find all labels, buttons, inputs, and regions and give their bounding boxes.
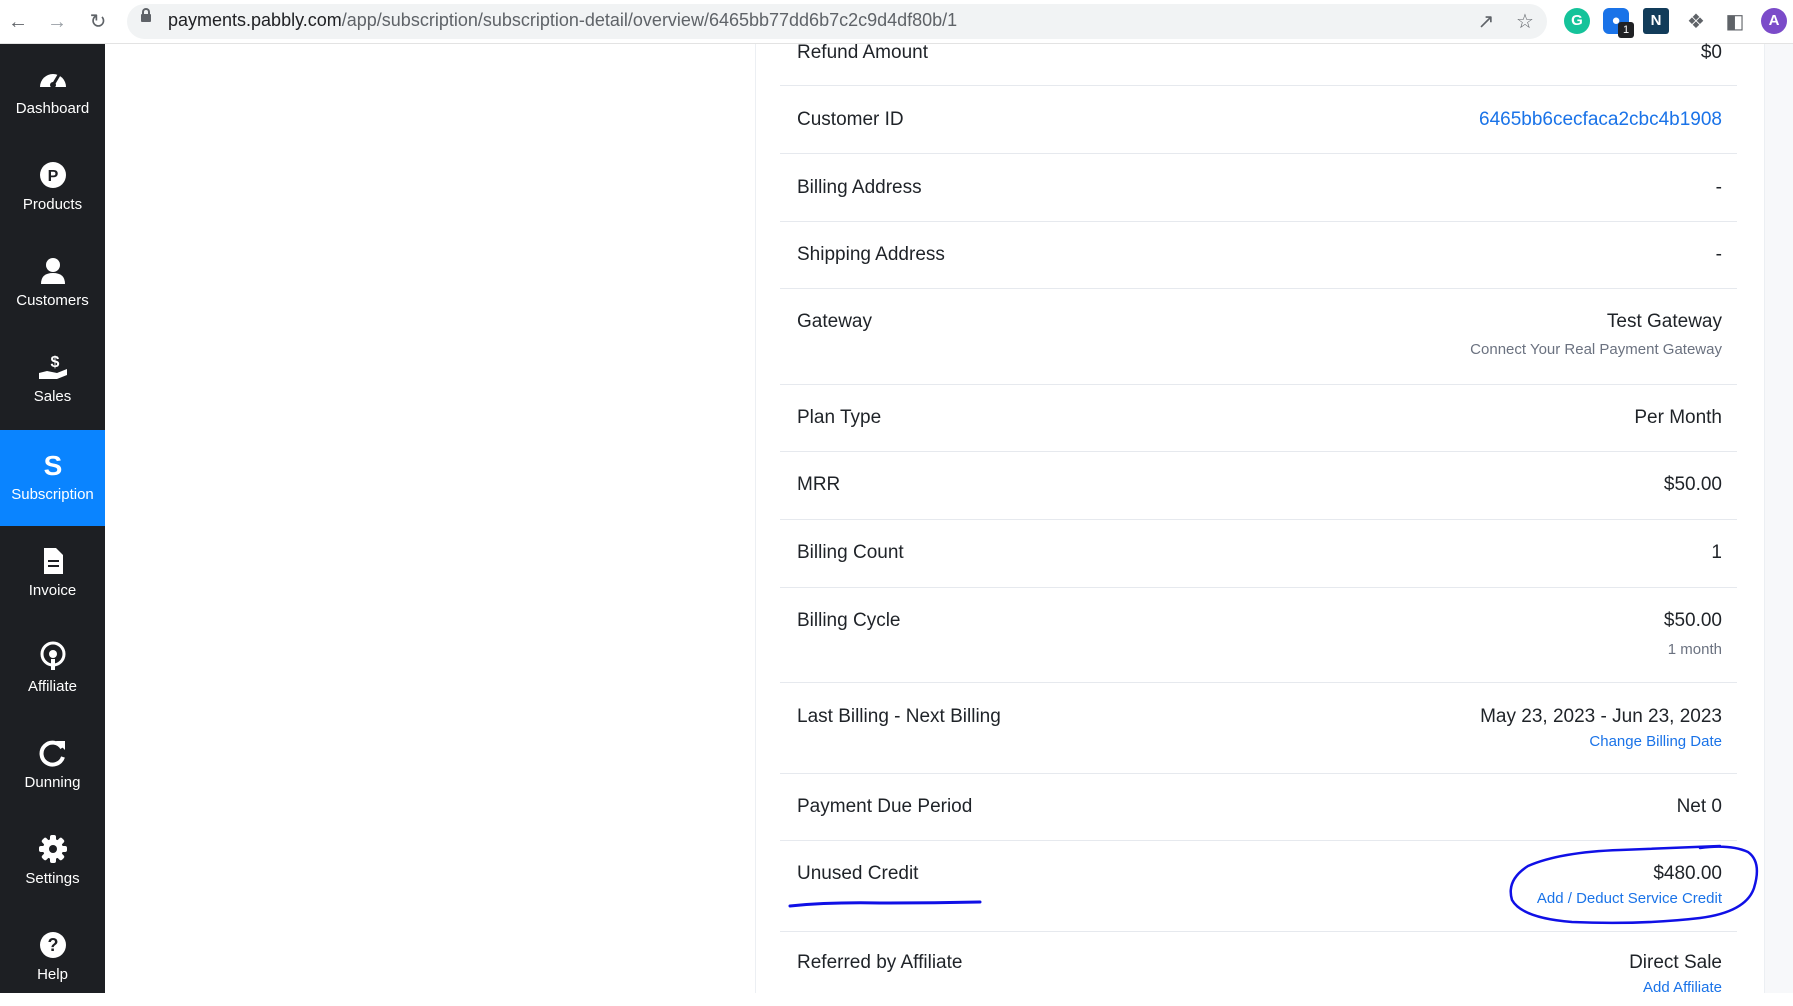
row-label: Unused Credit — [797, 863, 919, 884]
hand-dollar-icon: $ — [37, 351, 69, 383]
lock-icon — [141, 8, 151, 22]
document-icon — [37, 545, 69, 577]
sidebar-item-label: Customers — [16, 292, 89, 309]
row-label: MRR — [797, 474, 841, 495]
puzzle-icon[interactable]: ❖ — [1683, 9, 1709, 35]
side-panel-icon[interactable]: ◧ — [1722, 9, 1748, 35]
s-logo-icon: S — [37, 449, 69, 481]
grammarly-extension-icon[interactable]: G — [1564, 8, 1590, 34]
sidebar-item-label: Invoice — [28, 582, 77, 599]
row-value: Test Gateway — [1606, 311, 1722, 332]
row-value: - — [1715, 244, 1722, 265]
detail-row-billing-count: Billing Count 1 — [780, 520, 1737, 588]
row-label: Customer ID — [797, 109, 904, 130]
share-icon[interactable]: ↗ — [1473, 9, 1499, 35]
star-icon[interactable]: ☆ — [1512, 9, 1538, 35]
sidebar-item-subscription[interactable]: S Subscription — [0, 430, 105, 526]
forward-arrow-icon[interactable]: → — [43, 8, 71, 36]
sidebar-item-affiliate[interactable]: Affiliate — [0, 622, 105, 718]
sidebar-item-products[interactable]: P Products — [0, 140, 105, 236]
add-affiliate-link[interactable]: Add Affiliate — [1643, 979, 1722, 996]
sidebar-item-label: Dashboard — [15, 100, 90, 117]
sidebar-item-label: Affiliate — [28, 678, 77, 695]
svg-text:P: P — [48, 168, 59, 185]
podcast-icon — [37, 641, 69, 673]
customer-id-link[interactable]: 6465bb6cecfaca2cbc4b1908 — [1479, 109, 1722, 131]
sidebar-item-dashboard[interactable]: Dashboard — [0, 44, 105, 140]
browser-toolbar: ← → ↻ payments.pabbly.com/app/subscripti… — [0, 0, 1793, 44]
gear-icon — [37, 833, 69, 865]
sidebar-item-invoice[interactable]: Invoice — [0, 526, 105, 622]
row-subtext: 1 month — [1667, 641, 1722, 658]
row-value: $50.00 — [1663, 474, 1722, 495]
extension-badge: 1 — [1618, 22, 1634, 38]
row-value: $0 — [1700, 42, 1722, 63]
svg-text:?: ? — [48, 935, 59, 955]
row-label: Billing Cycle — [797, 610, 901, 631]
detail-row-billing-cycle: Billing Cycle $50.00 1 month — [780, 588, 1737, 683]
sidebar-item-label: Sales — [33, 388, 72, 405]
left-panel — [105, 44, 755, 993]
change-billing-date-link[interactable]: Change Billing Date — [1589, 733, 1722, 750]
p-circle-icon: P — [37, 159, 69, 191]
sidebar-item-label: Dunning — [24, 774, 81, 791]
back-arrow-icon[interactable]: ← — [4, 8, 32, 36]
row-label: Gateway — [797, 311, 872, 332]
add-deduct-credit-link[interactable]: Add / Deduct Service Credit — [1537, 890, 1722, 907]
sidebar: Dashboard P Products Customers $ Sales S… — [0, 44, 105, 993]
row-label: Last Billing - Next Billing — [797, 706, 1001, 727]
url-text[interactable]: payments.pabbly.com/app/subscription/sub… — [168, 10, 957, 31]
row-label: Shipping Address — [797, 244, 945, 265]
sidebar-item-dunning[interactable]: Dunning — [0, 718, 105, 814]
detail-row-gateway: Gateway Test Gateway Connect Your Real P… — [780, 289, 1737, 385]
detail-row-billing-dates: Last Billing - Next Billing May 23, 2023… — [780, 683, 1737, 774]
sidebar-item-label: Products — [22, 196, 83, 213]
gauge-icon — [37, 63, 69, 95]
detail-row-billing-address: Billing Address - — [780, 154, 1737, 222]
user-icon — [37, 255, 69, 287]
sidebar-item-settings[interactable]: Settings — [0, 814, 105, 910]
detail-row-plan-type: Plan Type Per Month — [780, 385, 1737, 452]
sidebar-item-customers[interactable]: Customers — [0, 236, 105, 332]
sidebar-item-sales[interactable]: $ Sales — [0, 332, 105, 428]
svg-text:$: $ — [51, 354, 60, 371]
row-label: Plan Type — [797, 407, 882, 428]
detail-row-referred-by: Referred by Affiliate Direct Sale Add Af… — [780, 932, 1737, 996]
sidebar-item-help[interactable]: ? Help — [0, 910, 105, 1006]
row-value: Per Month — [1634, 407, 1722, 428]
reload-icon[interactable]: ↻ — [84, 8, 112, 36]
sidebar-item-label: Help — [37, 966, 68, 983]
notion-like-extension-icon[interactable]: N — [1643, 8, 1669, 34]
row-label: Billing Count — [797, 542, 904, 563]
detail-row-unused-credit: Unused Credit $480.00 Add / Deduct Servi… — [780, 841, 1737, 932]
detail-row-mrr: MRR $50.00 — [780, 452, 1737, 520]
detail-row-customer-id: Customer ID 6465bb6cecfaca2cbc4b1908 — [780, 86, 1737, 154]
row-label: Referred by Affiliate — [797, 952, 963, 973]
row-value: $480.00 — [1653, 863, 1722, 884]
svg-text:S: S — [44, 450, 63, 481]
row-label: Payment Due Period — [797, 796, 973, 817]
row-value: $50.00 — [1663, 610, 1722, 631]
refresh-icon — [37, 737, 69, 769]
row-label: Billing Address — [797, 177, 922, 198]
row-value: 1 — [1711, 542, 1722, 563]
row-value: Direct Sale — [1629, 952, 1722, 973]
detail-row-shipping-address: Shipping Address - — [780, 222, 1737, 289]
profile-avatar[interactable]: A — [1761, 8, 1787, 34]
row-subtext: Connect Your Real Payment Gateway — [1470, 341, 1722, 358]
detail-row-refund-amount: Refund Amount $0 — [780, 42, 1737, 86]
detail-row-payment-due: Payment Due Period Net 0 — [780, 774, 1737, 841]
question-icon: ? — [37, 929, 69, 961]
row-value: Net 0 — [1676, 796, 1722, 817]
row-value: May 23, 2023 - Jun 23, 2023 — [1480, 706, 1722, 727]
sidebar-item-label: Settings — [25, 870, 80, 887]
sidebar-item-label: Subscription — [11, 486, 94, 503]
row-value: - — [1715, 177, 1722, 198]
row-label: Refund Amount — [797, 42, 928, 63]
